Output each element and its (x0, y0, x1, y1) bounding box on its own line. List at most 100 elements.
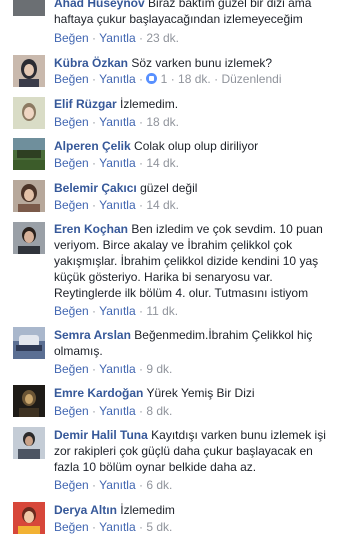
timestamp[interactable]: 18 dk. (178, 72, 211, 86)
commenter-name[interactable]: Alperen Çelik (54, 139, 131, 153)
like-link[interactable]: Beğen (54, 115, 89, 129)
separator: · (138, 198, 143, 212)
like-icon (146, 73, 158, 84)
avatar[interactable] (13, 0, 45, 16)
commenter-name[interactable]: Derya Altın (54, 503, 117, 517)
comment-body: Eren Koçhan Ben izledim ve çok sevdim. 1… (54, 221, 340, 301)
reply-link[interactable]: Yanıtla (99, 404, 135, 418)
timestamp[interactable]: 8 dk. (146, 404, 172, 418)
like-link[interactable]: Beğen (54, 478, 89, 492)
comment-body: Belemir Çakıcı güzel değil (54, 180, 340, 196)
comment-actions: Beğen · Yanıtla · 8 dk. (54, 403, 172, 419)
like-link[interactable]: Beğen (54, 362, 89, 376)
comment-body: Ahad Huseynov Biraz baktım güzel bir diz… (54, 0, 340, 27)
separator: · (92, 72, 97, 86)
reply-link[interactable]: Yanıtla (99, 478, 135, 492)
like-link[interactable]: Beğen (54, 520, 89, 534)
timestamp[interactable]: 14 dk. (146, 198, 179, 212)
comment-body: Semra Arslan Beğenmedim.İbrahim Çelikkol… (54, 327, 340, 359)
separator: · (92, 31, 97, 45)
timestamp[interactable]: 23 dk. (146, 31, 179, 45)
separator: · (138, 520, 143, 534)
comment-actions: Beğen · Yanıtla · 6 dk. (54, 477, 172, 493)
commenter-name[interactable]: Belemir Çakıcı (54, 181, 137, 195)
commenter-name[interactable]: Eren Koçhan (54, 222, 128, 236)
reply-link[interactable]: Yanıtla (99, 520, 135, 534)
reply-link[interactable]: Yanıtla (99, 31, 135, 45)
separator: · (92, 156, 97, 170)
comment-actions: Beğen · Yanıtla · 14 dk. (54, 155, 179, 171)
comment-text: Yürek Yemiş Bir Dizi (146, 386, 255, 400)
commenter-name[interactable]: Elif Rüzgar (54, 97, 117, 111)
comment-actions: Beğen · Yanıtla · 23 dk. (54, 30, 179, 46)
timestamp[interactable]: 18 dk. (146, 115, 179, 129)
avatar[interactable] (13, 97, 45, 129)
avatar[interactable] (13, 327, 45, 359)
separator: · (92, 404, 97, 418)
comment-actions: Beğen · Yanıtla · 14 dk. (54, 197, 179, 213)
comment-body: Demir Halil Tuna Kayıtdışı varken bunu i… (54, 427, 340, 475)
separator: · (138, 362, 143, 376)
avatar[interactable] (13, 427, 45, 459)
avatar[interactable] (13, 55, 45, 87)
separator: · (138, 156, 143, 170)
comment-body: Elif Rüzgar İzlemedim. (54, 96, 340, 112)
like-link[interactable]: Beğen (54, 72, 89, 86)
commenter-name[interactable]: Ahad Huseynov (54, 0, 145, 10)
avatar[interactable] (13, 222, 45, 254)
avatar[interactable] (13, 385, 45, 417)
separator: · (92, 520, 97, 534)
comment-text: İzlemedim. (120, 97, 179, 111)
avatar[interactable] (13, 502, 45, 534)
separator: · (92, 115, 97, 129)
reply-link[interactable]: Yanıtla (99, 198, 135, 212)
like-count[interactable]: 1 (161, 72, 168, 86)
comment-actions: Beğen · Yanıtla · 18 dk. (54, 114, 179, 130)
comment-text: İzlemedim (120, 503, 175, 517)
timestamp[interactable]: 9 dk. (146, 362, 172, 376)
like-link[interactable]: Beğen (54, 156, 89, 170)
timestamp[interactable]: 14 dk. (146, 156, 179, 170)
reply-link[interactable]: Yanıtla (99, 115, 135, 129)
separator: · (214, 72, 219, 86)
comment-actions: Beğen · Yanıtla · 5 dk. (54, 519, 172, 535)
comment-actions: Beğen · Yanıtla · 9 dk. (54, 361, 172, 377)
comment-actions: Beğen · Yanıtla · 11 dk. (54, 303, 178, 319)
edited-label[interactable]: Düzenlendi (221, 72, 281, 86)
like-link[interactable]: Beğen (54, 31, 89, 45)
timestamp[interactable]: 6 dk. (146, 478, 172, 492)
comment-body: Derya Altın İzlemedim (54, 502, 340, 518)
reply-link[interactable]: Yanıtla (99, 304, 135, 318)
like-link[interactable]: Beğen (54, 404, 89, 418)
like-link[interactable]: Beğen (54, 304, 89, 318)
separator: · (138, 304, 143, 318)
separator: · (92, 198, 97, 212)
comment-text: güzel değil (140, 181, 198, 195)
commenter-name[interactable]: Demir Halil Tuna (54, 428, 148, 442)
avatar[interactable] (13, 180, 45, 212)
separator: · (92, 304, 97, 318)
separator: · (138, 404, 143, 418)
separator: · (92, 362, 97, 376)
separator: · (92, 478, 97, 492)
separator: · (138, 478, 143, 492)
separator: · (170, 72, 175, 86)
separator: · (138, 72, 143, 86)
reply-link[interactable]: Yanıtla (99, 72, 135, 86)
comment-text: Colak olup olup diriliyor (134, 139, 259, 153)
reply-link[interactable]: Yanıtla (99, 156, 135, 170)
comment-body: Emre Kardoğan Yürek Yemiş Bir Dizi (54, 385, 340, 401)
commenter-name[interactable]: Kübra Özkan (54, 56, 128, 70)
comment-text: Söz varken bunu izlemek? (131, 56, 273, 70)
commenter-name[interactable]: Emre Kardoğan (54, 386, 143, 400)
avatar[interactable] (13, 138, 45, 170)
timestamp[interactable]: 11 dk. (146, 304, 178, 318)
separator: · (138, 115, 143, 129)
comment-body: Kübra Özkan Söz varken bunu izlemek? (54, 55, 340, 71)
timestamp[interactable]: 5 dk. (146, 520, 172, 534)
commenter-name[interactable]: Semra Arslan (54, 328, 131, 342)
like-link[interactable]: Beğen (54, 198, 89, 212)
comment-actions: Beğen · Yanıtla · 1 · 18 dk. · Düzenlend… (54, 71, 281, 87)
comment-body: Alperen Çelik Colak olup olup diriliyor (54, 138, 340, 154)
reply-link[interactable]: Yanıtla (99, 362, 135, 376)
